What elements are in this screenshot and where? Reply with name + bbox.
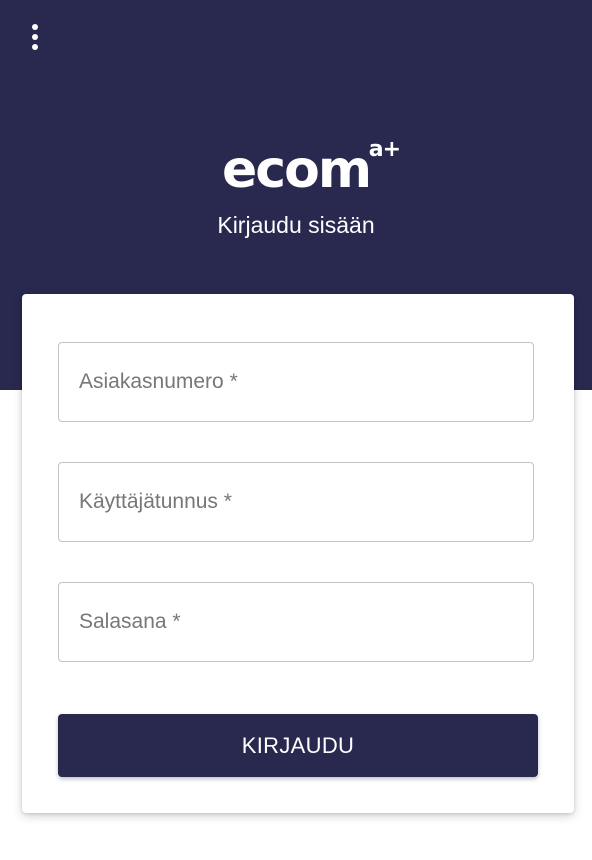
customer-number-input[interactable] [59, 343, 533, 421]
menu-dot [32, 44, 38, 50]
logo-superscript: a+ [368, 137, 401, 162]
username-field [58, 462, 534, 542]
menu-dot [32, 34, 38, 40]
login-card: KIRJAUDU [22, 294, 574, 813]
customer-number-field [58, 342, 534, 422]
password-input[interactable] [59, 583, 533, 661]
logo: ecom a+ [0, 138, 592, 201]
username-input[interactable] [59, 463, 533, 541]
menu-dot [32, 24, 38, 30]
login-button[interactable]: KIRJAUDU [58, 714, 538, 777]
logo-wordmark: ecom [222, 140, 372, 200]
more-vert-icon[interactable] [18, 20, 52, 54]
logo-text: ecom a+ [222, 138, 401, 201]
page-title: Kirjaudu sisään [217, 212, 375, 238]
password-field [58, 582, 534, 662]
